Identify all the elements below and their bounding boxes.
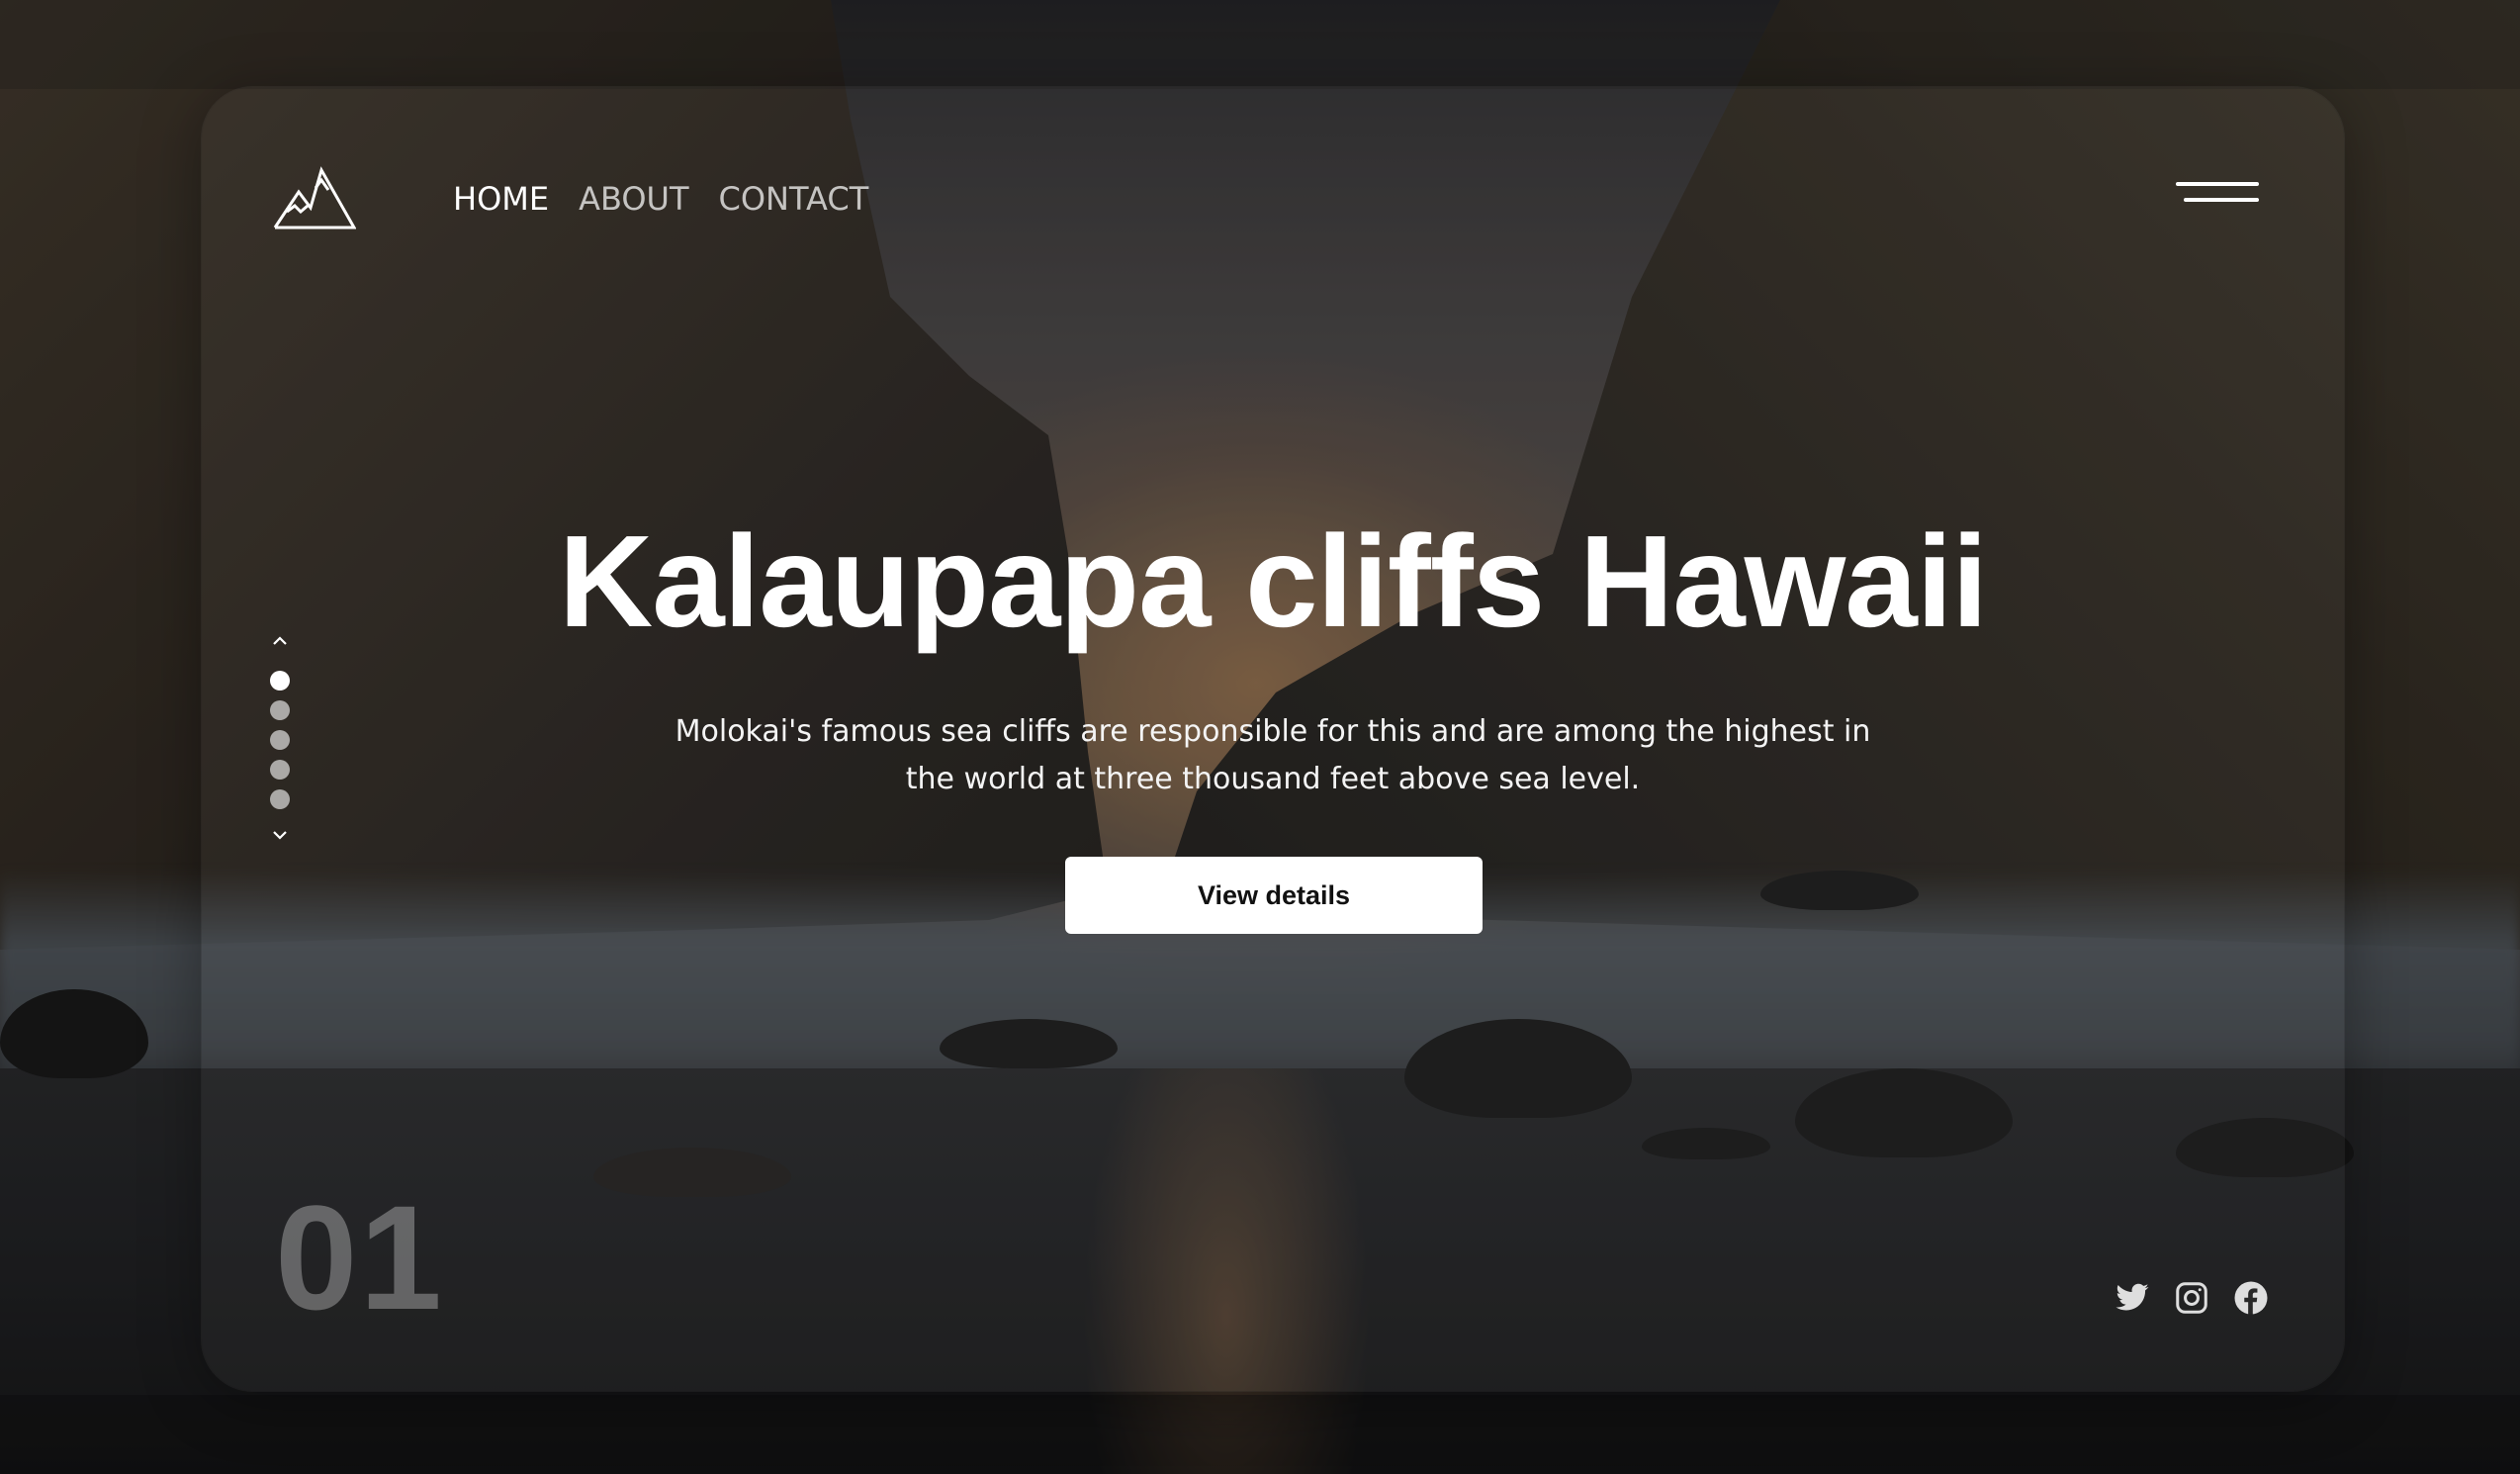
pager-dot[interactable] [270, 789, 290, 809]
view-details-button[interactable]: View details [1065, 857, 1483, 934]
background-top-band [0, 0, 2520, 89]
nav-item-contact[interactable]: CONTACT [719, 180, 869, 218]
chevron-up-icon[interactable] [272, 633, 288, 649]
twitter-icon[interactable] [2115, 1280, 2150, 1316]
social-links [2115, 1280, 2269, 1316]
main-nav: HOME ABOUT CONTACT [453, 180, 868, 218]
nav-item-about[interactable]: ABOUT [579, 180, 688, 218]
hamburger-menu-icon[interactable] [2176, 178, 2259, 208]
chevron-down-icon[interactable] [272, 827, 288, 843]
slide-number: 01 [275, 1174, 444, 1340]
menu-line [2184, 198, 2259, 202]
background-bottom-band [0, 1395, 2520, 1474]
hero-description: Molokai's famous sea cliffs are responsi… [675, 714, 1871, 796]
facebook-icon[interactable] [2233, 1280, 2269, 1316]
pager-dot[interactable] [270, 760, 290, 780]
mountain-logo-icon[interactable] [273, 166, 357, 230]
pager-dot[interactable] [270, 730, 290, 750]
menu-line [2176, 182, 2259, 186]
hero-title: Kalaupapa cliffs Hawaii [558, 508, 1988, 654]
pager-dot[interactable] [270, 700, 290, 720]
nav-item-home[interactable]: HOME [453, 180, 549, 218]
pager-dot[interactable] [270, 671, 290, 691]
instagram-icon[interactable] [2174, 1280, 2209, 1316]
